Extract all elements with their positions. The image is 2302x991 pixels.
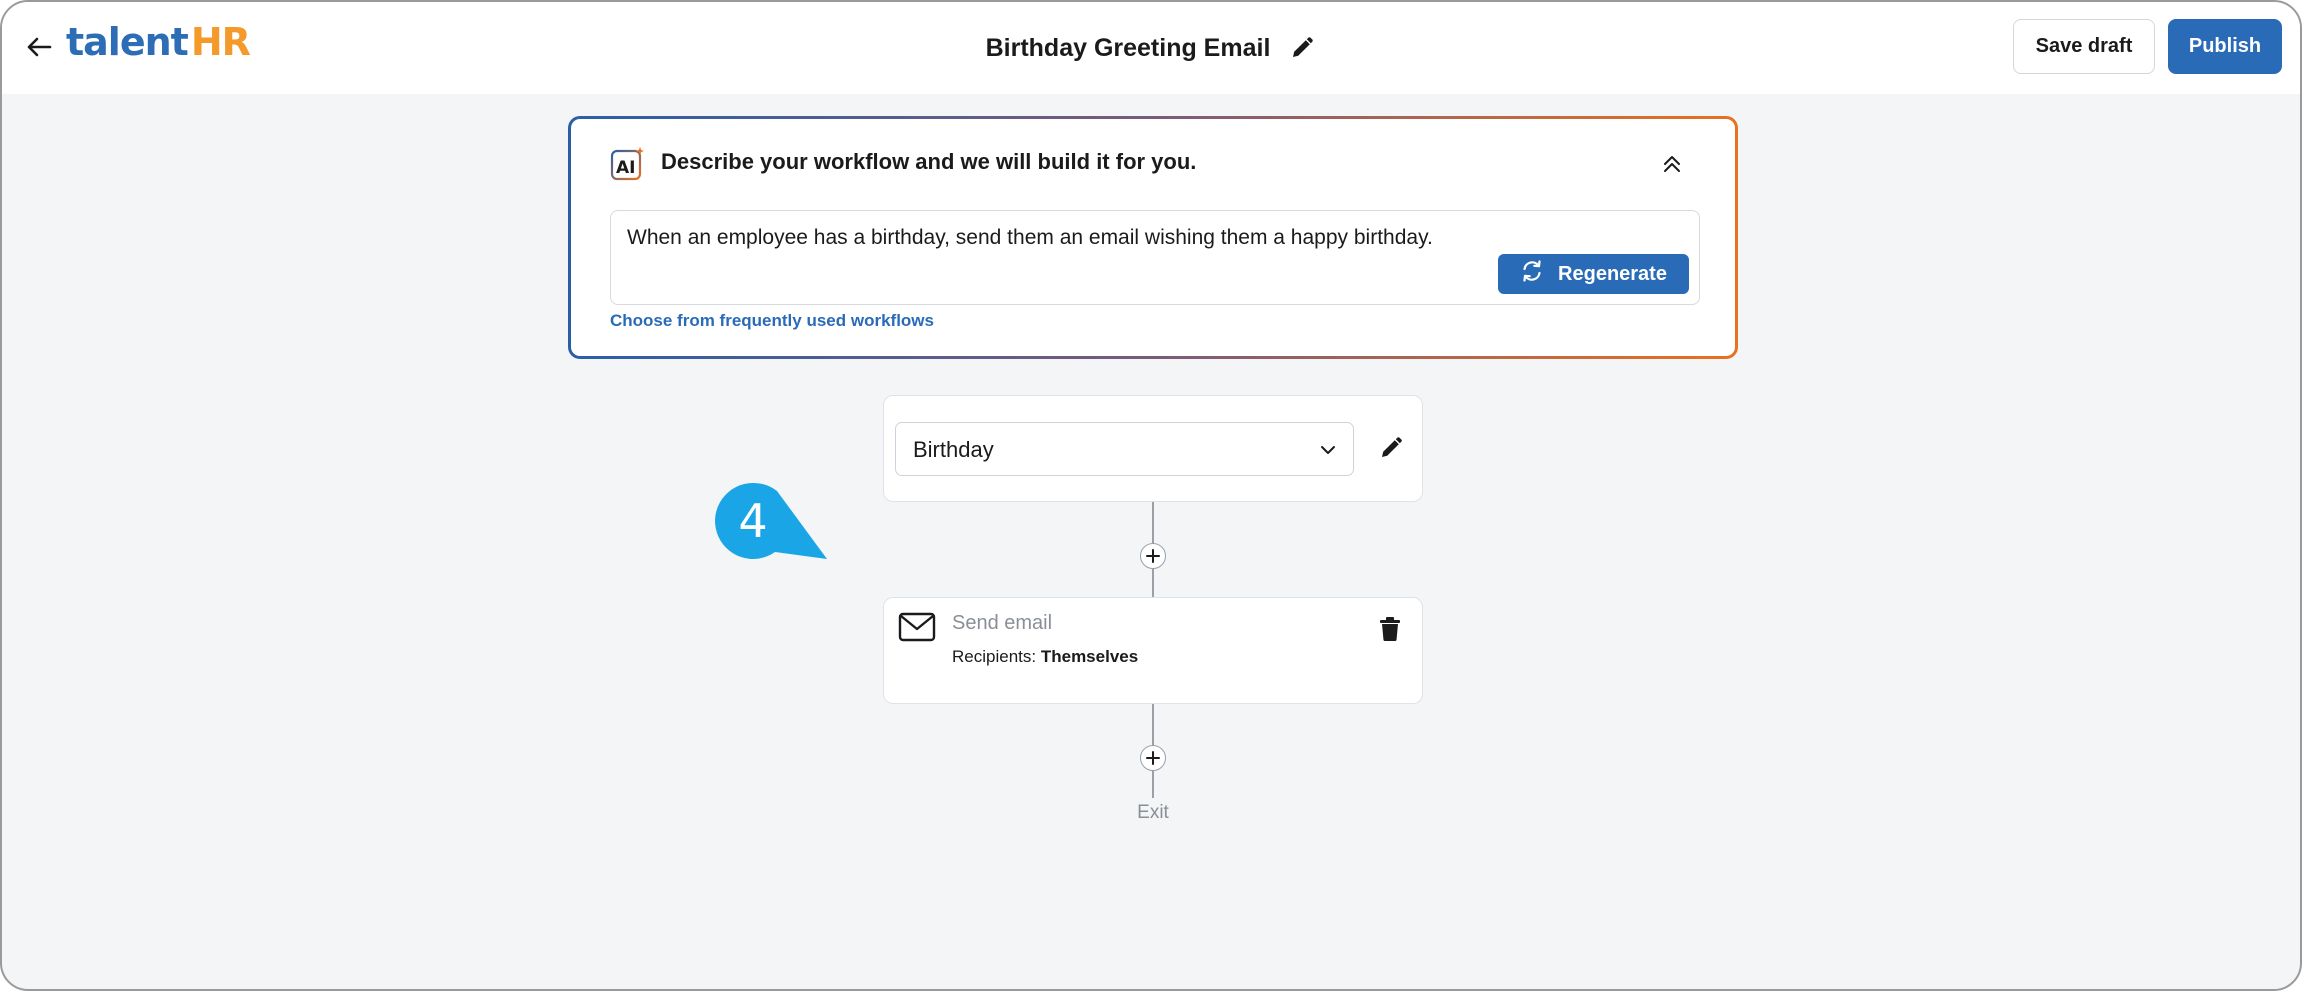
publish-button[interactable]: Publish — [2168, 19, 2282, 74]
save-draft-button[interactable]: Save draft — [2013, 19, 2155, 74]
trigger-card: Birthday — [883, 395, 1423, 502]
exit-label: Exit — [1137, 802, 1169, 823]
page-title: Birthday Greeting Email — [985, 33, 1271, 62]
workflow-prompt-input[interactable]: When an employee has a birthday, send th… — [610, 210, 1700, 305]
top-bar: talent HR Birthday Greeting Email Save d… — [2, 2, 2300, 94]
step-number: 4 — [738, 494, 768, 548]
action-title: Send email — [952, 612, 1053, 634]
regenerate-button[interactable]: Regenerate — [1498, 254, 1689, 294]
refresh-icon — [1520, 259, 1544, 289]
ai-workflow-panel: AI Describe your workflow and we will bu… — [568, 116, 1738, 359]
recipients-row: Recipients: Themselves — [952, 647, 1138, 667]
app-window: talent HR Birthday Greeting Email Save d… — [0, 0, 2302, 991]
pencil-icon[interactable] — [1376, 433, 1406, 463]
trash-icon[interactable] — [1376, 614, 1404, 644]
prompt-text[interactable]: When an employee has a birthday, send th… — [627, 225, 1477, 250]
trigger-dropdown[interactable]: Birthday — [895, 422, 1354, 476]
ai-panel-heading: Describe your workflow and we will build… — [661, 149, 1197, 174]
plus-icon — [1146, 751, 1160, 765]
envelope-icon — [898, 612, 936, 642]
add-step-button[interactable] — [1140, 745, 1166, 771]
ai-badge-text: AI — [616, 158, 635, 178]
ai-sparkle-icon: AI — [610, 146, 646, 182]
frequent-workflows-link[interactable]: Choose from frequently used workflows — [610, 311, 934, 331]
pencil-icon[interactable] — [1288, 34, 1316, 62]
send-email-step-card[interactable]: Send email Recipients: Themselves — [883, 597, 1423, 704]
recipients-value: Themselves — [1040, 647, 1139, 666]
trigger-selected-value: Birthday — [913, 437, 994, 462]
regenerate-label: Regenerate — [1558, 262, 1667, 285]
chevron-double-up-icon[interactable] — [1657, 149, 1687, 179]
title-group: Birthday Greeting Email — [2, 28, 2300, 68]
add-step-button[interactable] — [1140, 543, 1166, 569]
chevron-down-icon — [1317, 439, 1339, 461]
plus-icon — [1146, 549, 1160, 563]
step-marker: 4 — [715, 483, 827, 559]
recipients-label: Recipients: — [952, 647, 1037, 666]
ai-panel-body: AI Describe your workflow and we will bu… — [571, 119, 1735, 356]
